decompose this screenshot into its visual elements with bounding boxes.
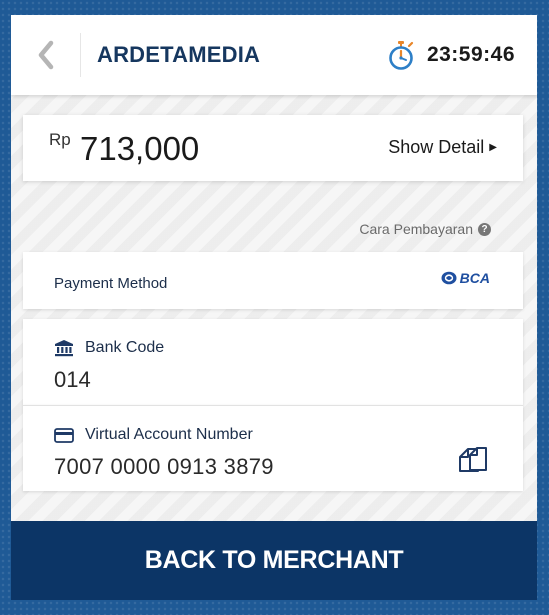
copy-button[interactable] xyxy=(457,444,489,481)
copy-icon[interactable] xyxy=(457,444,489,476)
payment-card: ARDETAMEDIA 23:59:46 Rp 713,000 Show Det… xyxy=(11,15,537,600)
payment-guide-label: Cara Pembayaran xyxy=(359,221,473,237)
bank-code-label-row: Bank Code xyxy=(54,339,164,357)
back-to-merchant-label: BACK TO MERCHANT xyxy=(144,546,404,574)
virtual-account-label: Virtual Account Number xyxy=(85,426,253,443)
amount-box: Rp 713,000 Show Detail ▶ xyxy=(23,115,523,181)
show-detail-label: Show Detail xyxy=(388,137,485,157)
payment-method-label: Payment Method xyxy=(54,275,168,292)
credit-card-icon xyxy=(54,427,74,443)
payment-method-panel: Payment Method BCA xyxy=(23,252,523,309)
bca-emblem-icon xyxy=(441,271,457,285)
back-to-merchant-button[interactable]: BACK TO MERCHANT xyxy=(11,521,537,600)
bank-code-value: 014 xyxy=(54,367,91,392)
bca-logo-text: BCA xyxy=(459,270,490,286)
payment-guide-link[interactable]: Cara Pembayaran ? xyxy=(359,221,491,237)
header: ARDETAMEDIA 23:59:46 xyxy=(11,15,537,95)
currency-label: Rp xyxy=(49,130,71,149)
show-detail-button[interactable]: Show Detail ▶ xyxy=(388,137,497,158)
bca-logo: BCA xyxy=(441,270,490,286)
back-button[interactable] xyxy=(11,33,81,77)
bank-icon xyxy=(55,340,73,357)
merchant-name: ARDETAMEDIA xyxy=(97,42,261,67)
caret-right-icon: ▶ xyxy=(489,142,497,153)
chevron-left-icon[interactable] xyxy=(36,40,56,70)
virtual-account-value: 7007 0000 0913 3879 xyxy=(54,454,274,479)
stopwatch-icon xyxy=(389,41,414,70)
bank-code-label: Bank Code xyxy=(85,339,165,356)
countdown-timer: 23:59:46 xyxy=(387,40,515,70)
amount-value: 713,000 xyxy=(80,130,200,167)
virtual-account-panel: Virtual Account Number 7007 0000 0913 38… xyxy=(23,405,523,491)
timer-value: 23:59:46 xyxy=(426,43,515,66)
bank-code-panel: Bank Code 014 xyxy=(23,319,523,405)
virtual-account-label-row: Virtual Account Number xyxy=(54,426,253,444)
help-icon: ? xyxy=(478,222,491,236)
